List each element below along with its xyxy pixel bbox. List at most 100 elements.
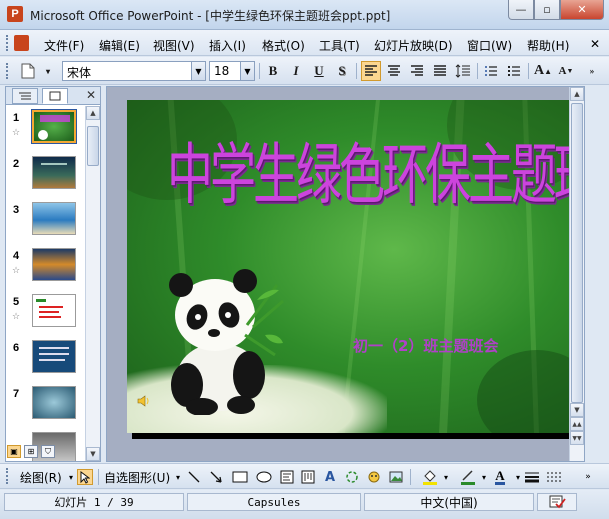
scroll-up-icon[interactable]: ▲ (570, 87, 584, 101)
arrow-tool-icon[interactable] (208, 469, 224, 485)
line-style-icon[interactable] (524, 469, 540, 485)
font-name-combo[interactable]: 宋体 ▼ (62, 61, 206, 81)
slide-sorter-view-icon[interactable]: ⊞ (24, 445, 38, 458)
menu-help[interactable]: 帮助(H) (527, 37, 569, 54)
font-size-combo[interactable]: 18 ▼ (209, 61, 255, 81)
autoshapes-chevron-icon[interactable]: ▾ (170, 469, 186, 485)
scrollbar-thumb[interactable] (571, 103, 583, 403)
slides-pane-scrollbar[interactable]: ▲ ▼ (85, 106, 100, 461)
slide-thumbnail-1[interactable]: 1 ☆ (6, 109, 86, 154)
diagram-tool-icon[interactable] (344, 469, 360, 485)
align-right-icon (411, 65, 423, 76)
spelling-check-icon[interactable] (537, 493, 577, 511)
align-center-button[interactable] (384, 61, 404, 81)
powerpoint-app-icon[interactable]: P (7, 6, 23, 22)
font-name-dropdown-icon[interactable]: ▼ (191, 62, 205, 80)
close-button[interactable]: ✕ (560, 0, 604, 20)
tab-outline[interactable] (12, 88, 38, 104)
animation-star-icon: ☆ (12, 266, 21, 276)
slide-thumbnail-image[interactable] (32, 248, 76, 281)
align-right-button[interactable] (407, 61, 427, 81)
toolbar-grip-handle[interactable] (6, 63, 10, 79)
slide-title[interactable]: 中学生绿色环保主题班会ppt (167, 122, 572, 218)
bold-button[interactable]: B (263, 61, 283, 81)
toolbar-overflow-chevron-icon[interactable]: » (582, 61, 602, 81)
menu-insert[interactable]: 插入(I) (209, 37, 246, 54)
slide-thumbnail-image[interactable] (31, 109, 77, 144)
slide-thumbnail-image[interactable] (32, 294, 76, 327)
slide-thumbnail-3[interactable]: 3 (6, 202, 86, 246)
slideshow-view-icon[interactable]: ⛉ (41, 445, 55, 458)
insert-picture-icon[interactable] (388, 469, 404, 485)
menu-window[interactable]: 窗口(W) (467, 37, 512, 54)
minimize-button[interactable]: — (508, 0, 534, 20)
slide-subtitle[interactable]: 初一（2）班主题班会 (353, 335, 498, 356)
shadow-button[interactable]: S (332, 61, 352, 81)
menu-grip-handle[interactable] (6, 35, 10, 51)
next-slide-icon[interactable]: ▼▼ (570, 431, 584, 445)
pane-close-button[interactable]: ✕ (86, 88, 96, 102)
toolbar-grip-handle[interactable] (6, 468, 10, 484)
clip-art-icon[interactable] (366, 469, 382, 485)
menu-view[interactable]: 视图(V) (153, 37, 195, 54)
line-spacing-button[interactable] (453, 61, 473, 81)
scrollbar-thumb[interactable] (87, 126, 99, 166)
fill-color-chevron-icon[interactable]: ▾ (438, 469, 454, 485)
slide-thumbnail-7[interactable]: 7 (6, 386, 86, 430)
line-color-icon[interactable] (460, 469, 476, 485)
menu-format[interactable]: 格式(O) (262, 37, 305, 54)
restore-button[interactable]: ▫ (534, 0, 560, 20)
menu-tools[interactable]: 工具(T) (319, 37, 360, 54)
select-objects-arrow-icon[interactable] (77, 469, 93, 485)
oval-tool-icon[interactable] (256, 469, 272, 485)
distributed-align-button[interactable] (430, 61, 450, 81)
new-document-icon[interactable] (18, 61, 38, 81)
slide-thumbnail-4[interactable]: 4 ☆ (6, 248, 86, 292)
slide-thumbnail-image[interactable] (32, 386, 76, 419)
sound-speaker-icon[interactable] (137, 394, 151, 408)
align-left-button[interactable] (361, 61, 381, 81)
decrease-font-size-icon[interactable]: A ▼ (556, 61, 576, 81)
slide-thumbnail-image[interactable] (32, 156, 76, 189)
vertical-text-box-icon[interactable] (300, 469, 316, 485)
slide-thumbnail-5[interactable]: 5 ☆ (6, 294, 86, 338)
fill-color-icon[interactable] (422, 469, 438, 485)
toolbar-options-chevron-icon[interactable]: ▾ (38, 61, 58, 81)
menu-slideshow[interactable]: 幻灯片放映(D) (374, 37, 453, 54)
autoshapes-menu-button[interactable]: 自选图形(U) (104, 469, 170, 486)
numbering-button[interactable] (481, 61, 501, 81)
scroll-down-icon[interactable]: ▼ (86, 447, 100, 461)
toolbar-separator (410, 469, 411, 485)
slide-number: 1 (13, 112, 20, 124)
scroll-down-icon[interactable]: ▼ (570, 403, 584, 417)
underline-button[interactable]: U (309, 61, 329, 81)
menu-file[interactable]: 文件(F) (44, 37, 84, 54)
slide-thumbnail-6[interactable]: 6 (6, 340, 86, 384)
slide-thumbnail-image[interactable] (32, 202, 76, 235)
slide-thumbnail-2[interactable]: 2 (6, 156, 86, 200)
dash-style-icon[interactable] (546, 469, 562, 485)
current-slide[interactable]: 中学生绿色环保主题班会ppt 初一（2）班主题班会 (127, 100, 572, 433)
document-close-button[interactable]: ✕ (590, 37, 600, 51)
line-tool-icon[interactable] (186, 469, 202, 485)
document-icon[interactable] (14, 35, 29, 51)
previous-slide-icon[interactable]: ▲▲ (570, 417, 584, 431)
draw-menu-button[interactable]: 绘图(R) (20, 469, 62, 486)
wordart-tool-icon[interactable]: A (322, 469, 338, 485)
scroll-up-icon[interactable]: ▲ (86, 106, 100, 120)
slide-area-scrollbar[interactable]: ▲ ▼ ▲▲ ▼▼ (569, 87, 584, 461)
toolbar-overflow-chevron-icon[interactable]: » (580, 469, 596, 485)
italic-button[interactable]: I (286, 61, 306, 81)
font-size-dropdown-icon[interactable]: ▼ (240, 62, 254, 80)
pane-tabs: ✕ (6, 87, 100, 105)
normal-view-icon[interactable]: ▣ (7, 445, 21, 458)
font-color-icon[interactable]: A (492, 469, 508, 485)
tab-slides[interactable] (42, 88, 68, 104)
text-box-tool-icon[interactable] (279, 469, 295, 485)
rectangle-tool-icon[interactable] (232, 469, 248, 485)
bullets-button[interactable] (504, 61, 524, 81)
menu-edit[interactable]: 编辑(E) (99, 37, 140, 54)
increase-font-size-icon[interactable]: A ▲ (533, 61, 553, 81)
line-color-chevron-icon[interactable]: ▾ (476, 469, 492, 485)
slide-thumbnail-image[interactable] (32, 340, 76, 373)
